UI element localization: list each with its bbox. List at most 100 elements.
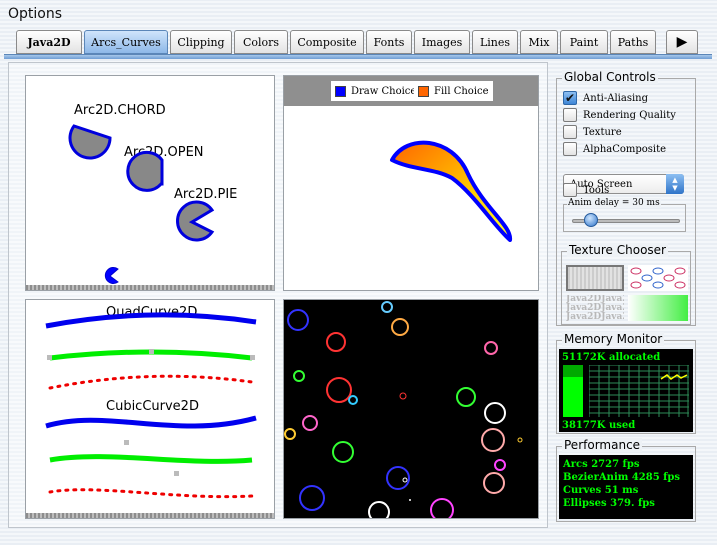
arc-chord-shape <box>68 124 112 160</box>
ellipse <box>402 477 408 483</box>
memory-allocated-text: 51172K allocated <box>562 352 661 363</box>
ellipse <box>456 387 476 407</box>
ellipses-canvas <box>284 301 523 518</box>
ellipse <box>430 498 454 518</box>
arc-pie-label: Arc2D.PIE <box>174 187 237 202</box>
demo-tab-bar: Java2D Arcs_Curves Clipping Colors Compo… <box>16 30 699 54</box>
tab-java2d[interactable]: Java2D <box>16 30 82 54</box>
ellipses-panel <box>283 299 539 519</box>
ellipse <box>399 392 407 400</box>
ellipse <box>284 428 296 440</box>
alpha-composite-label: AlphaComposite <box>583 143 667 155</box>
memory-bar <box>563 365 583 417</box>
cubiccurve-blue <box>45 415 257 429</box>
tab-lines[interactable]: Lines <box>472 30 518 54</box>
ellipse <box>494 459 506 471</box>
global-controls-title: Global Controls <box>562 70 658 84</box>
texture-checkbox[interactable]: Texture <box>563 125 622 139</box>
perf-bezieranim: BezierAnim 4285 fps <box>563 472 681 483</box>
ellipse <box>293 370 305 382</box>
anti-aliasing-checkbox[interactable]: ✔ Anti-Aliasing <box>563 91 648 105</box>
arc-pacman-shape <box>104 267 119 284</box>
ellipse <box>299 485 325 511</box>
cubiccurve-green <box>49 454 253 464</box>
ellipse <box>326 332 346 352</box>
tab-images[interactable]: Images <box>414 30 470 54</box>
cubiccurve-red-dotted <box>48 488 254 499</box>
arcs-panel: Arc2D.CHORD Arc2D.OPEN Arc2D.PIE <box>25 75 275 291</box>
memory-monitor-display[interactable]: 51172K allocated 38177K used <box>559 349 693 432</box>
tab-composite[interactable]: Composite <box>290 30 364 54</box>
panel-toolbar-strip[interactable] <box>26 513 274 518</box>
memory-monitor-title: Memory Monitor <box>562 332 665 346</box>
ellipse <box>481 428 505 452</box>
ellipse <box>332 441 354 463</box>
control-point <box>47 355 52 360</box>
ellipse <box>348 395 358 405</box>
updown-arrows-icon: ▲ ▼ <box>666 174 684 194</box>
check-icon: ✔ <box>563 91 577 105</box>
arc-open-shape <box>126 150 164 192</box>
tools-label: Tools <box>583 184 610 196</box>
performance-display: Arcs 2727 fps BezierAnim 4285 fps Curves… <box>559 455 693 519</box>
tab-paths[interactable]: Paths <box>610 30 656 54</box>
window-title: Options <box>8 6 63 22</box>
control-point <box>250 355 255 360</box>
memory-used-text: 38177K used <box>562 420 636 431</box>
tab-arcs-curves[interactable]: Arcs_Curves <box>84 30 168 54</box>
panel-toolbar-strip[interactable] <box>26 285 274 290</box>
tab-paint[interactable]: Paint <box>560 30 608 54</box>
texture-swatch-text[interactable]: Java2DJava2D Java2DJava2D Java2DJava2D <box>566 295 624 321</box>
performance-group: Performance Arcs 2727 fps BezierAnim 428… <box>556 438 696 522</box>
demo-area: Arc2D.CHORD Arc2D.OPEN Arc2D.PIE Draw Ch… <box>8 62 548 528</box>
ellipse <box>517 437 523 443</box>
control-point <box>174 471 179 476</box>
checkbox-box <box>563 108 577 122</box>
ellipse <box>326 377 352 403</box>
control-point <box>149 349 154 354</box>
control-point <box>124 440 129 445</box>
quadcurve-blue <box>45 312 257 329</box>
ellipse <box>409 499 411 501</box>
rendering-quality-label: Rendering Quality <box>583 109 676 121</box>
texture-sample-text: Java2DJava2D <box>566 312 624 322</box>
memory-history-graph <box>589 365 689 417</box>
ellipse <box>484 402 506 424</box>
tab-colors[interactable]: Colors <box>234 30 288 54</box>
arc-pie-shape <box>176 200 215 242</box>
tab-scroll-right-button[interactable]: ▶ <box>666 30 698 54</box>
texture-chooser-group: Texture Chooser Java2DJava2D Java2DJava2… <box>561 243 691 325</box>
alpha-composite-checkbox[interactable]: AlphaComposite <box>563 142 666 156</box>
texture-label: Texture <box>583 126 622 138</box>
cubiccurve-label: CubicCurve2D <box>106 399 199 414</box>
ellipse <box>368 501 390 518</box>
anim-delay-slider-knob[interactable] <box>584 213 598 227</box>
texture-swatch-gray[interactable] <box>566 265 624 291</box>
texture-chooser-title: Texture Chooser <box>567 243 668 257</box>
rendering-quality-checkbox[interactable]: Rendering Quality <box>563 108 676 122</box>
perf-ellipses: Ellipses 379. fps <box>563 498 655 509</box>
anim-delay-group: Anim delay = 30 ms <box>563 198 686 232</box>
ellipse <box>287 309 309 331</box>
checkbox-box <box>563 142 577 156</box>
bezier-panel: Draw Choice Fill Choice <box>283 75 539 291</box>
bezier-shape <box>390 140 513 242</box>
tools-checkbox[interactable]: Tools <box>563 183 609 197</box>
tab-underline <box>4 54 712 59</box>
texture-swatch-gradient[interactable] <box>628 295 688 321</box>
tab-mix[interactable]: Mix <box>520 30 558 54</box>
ellipse <box>484 341 498 355</box>
checkbox-box <box>563 183 577 197</box>
ellipse <box>391 318 409 336</box>
ellipse <box>381 301 393 313</box>
texture-swatch-pattern[interactable] <box>628 265 688 291</box>
performance-title: Performance <box>562 438 643 452</box>
perf-curves: Curves 51 ms <box>563 485 639 496</box>
perf-arcs: Arcs 2727 fps <box>563 459 640 470</box>
tab-clipping[interactable]: Clipping <box>170 30 232 54</box>
checkbox-box <box>563 125 577 139</box>
tab-fonts[interactable]: Fonts <box>366 30 412 54</box>
anti-aliasing-label: Anti-Aliasing <box>583 92 649 104</box>
quadcurve-red-dotted <box>48 374 254 390</box>
global-controls-group: Global Controls ✔ Anti-Aliasing Renderin… <box>556 70 696 326</box>
